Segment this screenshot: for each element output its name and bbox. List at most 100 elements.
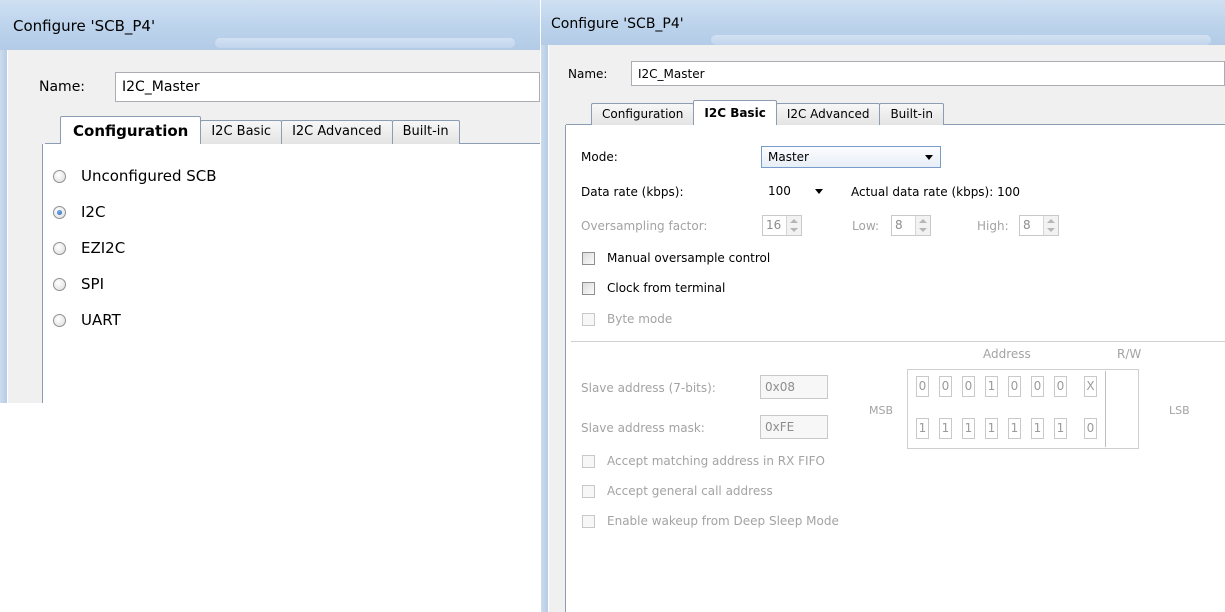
low-spinner[interactable]: 8 [891, 215, 931, 236]
radio-button[interactable] [53, 169, 66, 183]
oversampling-factor-label: Oversampling factor: [581, 219, 708, 233]
lsb-label: LSB [1169, 404, 1190, 417]
configure-dialog-left: Configure 'SCB_P4' Name: I2C_Master Conf… [0, 0, 540, 403]
name-label: Name: [39, 79, 86, 95]
address-bit[interactable]: 0 [916, 376, 929, 397]
checkbox[interactable] [582, 514, 595, 528]
accept-general-call-checkbox[interactable]: Accept general call address [582, 484, 773, 498]
checkbox-label: Accept matching address in RX FIFO [607, 454, 825, 468]
tab-strip: Configuration I2C Basic I2C Advanced Bui… [591, 100, 944, 125]
manual-oversample-checkbox[interactable]: Manual oversample control [582, 251, 770, 265]
chevron-down-icon [925, 155, 933, 160]
name-field[interactable]: I2C_Master [115, 72, 540, 102]
spinner-arrows-icon[interactable] [786, 216, 801, 235]
byte-mode-checkbox[interactable]: Byte mode [582, 312, 672, 326]
tab-i2c-advanced[interactable]: I2C Advanced [281, 120, 393, 144]
slave-address-field[interactable]: 0x08 [760, 375, 828, 399]
accept-matching-address-checkbox[interactable]: Accept matching address in RX FIFO [582, 454, 825, 468]
checkbox-label: Byte mode [607, 312, 673, 326]
slave-mask-value: 0xFE [765, 420, 795, 434]
tab-configuration[interactable]: Configuration [591, 103, 695, 125]
name-field-value: I2C_Master [638, 66, 705, 81]
mode-dropdown-value: Master [768, 150, 809, 164]
title-bar[interactable]: Configure 'SCB_P4' [0, 0, 540, 50]
spinner-arrows-icon[interactable] [915, 216, 930, 235]
address-bit[interactable]: 0 [1054, 376, 1067, 397]
tab-i2c-basic[interactable]: I2C Basic [693, 100, 777, 125]
data-rate-label: Data rate (kbps): [581, 185, 684, 199]
actual-data-rate-label: Actual data rate (kbps): 100 [851, 185, 1021, 199]
address-bit[interactable]: 0 [1031, 376, 1044, 397]
window-title: Configure 'SCB_P4' [13, 17, 156, 35]
mask-bit[interactable]: 1 [1031, 418, 1044, 439]
name-field[interactable]: I2C_Master [631, 61, 1225, 86]
mask-bit[interactable]: 1 [939, 418, 952, 439]
checkbox[interactable] [582, 484, 595, 498]
checkbox[interactable] [582, 454, 595, 468]
chevron-down-icon [815, 189, 823, 194]
radio-spi[interactable]: SPI [53, 275, 104, 293]
checkbox-label: Clock from terminal [607, 281, 726, 295]
tab-configuration[interactable]: Configuration [60, 116, 202, 144]
radio-uart[interactable]: UART [53, 311, 121, 329]
mask-bit[interactable]: 1 [1054, 418, 1067, 439]
rw-separator [1105, 371, 1106, 447]
radio-button-checked[interactable] [53, 205, 66, 219]
radio-unconfigured-scb[interactable]: Unconfigured SCB [53, 167, 217, 185]
slave-mask-label: Slave address mask: [581, 421, 705, 435]
checkbox[interactable] [582, 251, 595, 265]
data-rate-value: 100 [768, 184, 791, 198]
radio-button[interactable] [53, 277, 66, 291]
spinner-arrows-icon[interactable] [1043, 216, 1058, 235]
configure-dialog-right: Configure 'SCB_P4' Name: I2C_Master Conf… [541, 0, 1225, 612]
section-divider [571, 341, 1225, 342]
oversampling-factor-spinner[interactable]: 16 [762, 215, 802, 236]
checkbox-label: Manual oversample control [607, 251, 771, 265]
address-bit[interactable]: 1 [985, 376, 998, 397]
title-glass-decoration [711, 35, 1211, 45]
address-bit[interactable]: 0 [962, 376, 975, 397]
radio-ezi2c[interactable]: EZI2C [53, 239, 125, 257]
clock-from-terminal-checkbox[interactable]: Clock from terminal [582, 281, 725, 295]
rw-bit[interactable]: X [1084, 376, 1097, 397]
address-bit[interactable]: 0 [939, 376, 952, 397]
rw-mask-bit[interactable]: 0 [1084, 418, 1097, 439]
mode-dropdown[interactable]: Master [761, 146, 941, 168]
checkbox[interactable] [582, 312, 595, 326]
low-value: 8 [895, 218, 903, 232]
mask-bit[interactable]: 1 [962, 418, 975, 439]
radio-label: SPI [81, 275, 104, 293]
radio-label: Unconfigured SCB [81, 167, 217, 185]
data-rate-dropdown[interactable]: 100 [761, 180, 831, 202]
address-bit[interactable]: 0 [1008, 376, 1021, 397]
oversampling-factor-value: 16 [766, 218, 782, 232]
radio-button[interactable] [53, 241, 66, 255]
mask-bit[interactable]: 1 [985, 418, 998, 439]
mode-label: Mode: [581, 150, 618, 164]
high-spinner[interactable]: 8 [1019, 215, 1059, 236]
tab-built-in[interactable]: Built-in [391, 120, 460, 144]
title-glass-decoration [215, 38, 515, 48]
checkbox[interactable] [582, 281, 595, 295]
radio-label: I2C [81, 203, 106, 221]
slave-address-value: 0x08 [765, 380, 796, 394]
msb-label: MSB [869, 404, 894, 417]
checkbox-label: Accept general call address [607, 484, 773, 498]
tab-i2c-advanced[interactable]: I2C Advanced [775, 103, 881, 125]
radio-button[interactable] [53, 313, 66, 327]
low-label: Low: [852, 219, 880, 233]
tab-strip: Configuration I2C Basic I2C Advanced Bui… [60, 116, 460, 144]
mask-bit[interactable]: 1 [916, 418, 929, 439]
name-label: Name: [568, 67, 608, 81]
enable-wakeup-checkbox[interactable]: Enable wakeup from Deep Sleep Mode [582, 514, 839, 528]
title-bar[interactable]: Configure 'SCB_P4' [541, 0, 1225, 45]
radio-i2c[interactable]: I2C [53, 203, 105, 221]
tab-built-in[interactable]: Built-in [879, 103, 944, 125]
high-label: High: [977, 219, 1009, 233]
slave-mask-field[interactable]: 0xFE [760, 415, 828, 439]
window-frame-left [541, 0, 548, 612]
tab-i2c-basic[interactable]: I2C Basic [200, 120, 283, 144]
mask-bit[interactable]: 1 [1008, 418, 1021, 439]
radio-label: EZI2C [81, 239, 126, 257]
address-header: Address [983, 347, 1031, 361]
